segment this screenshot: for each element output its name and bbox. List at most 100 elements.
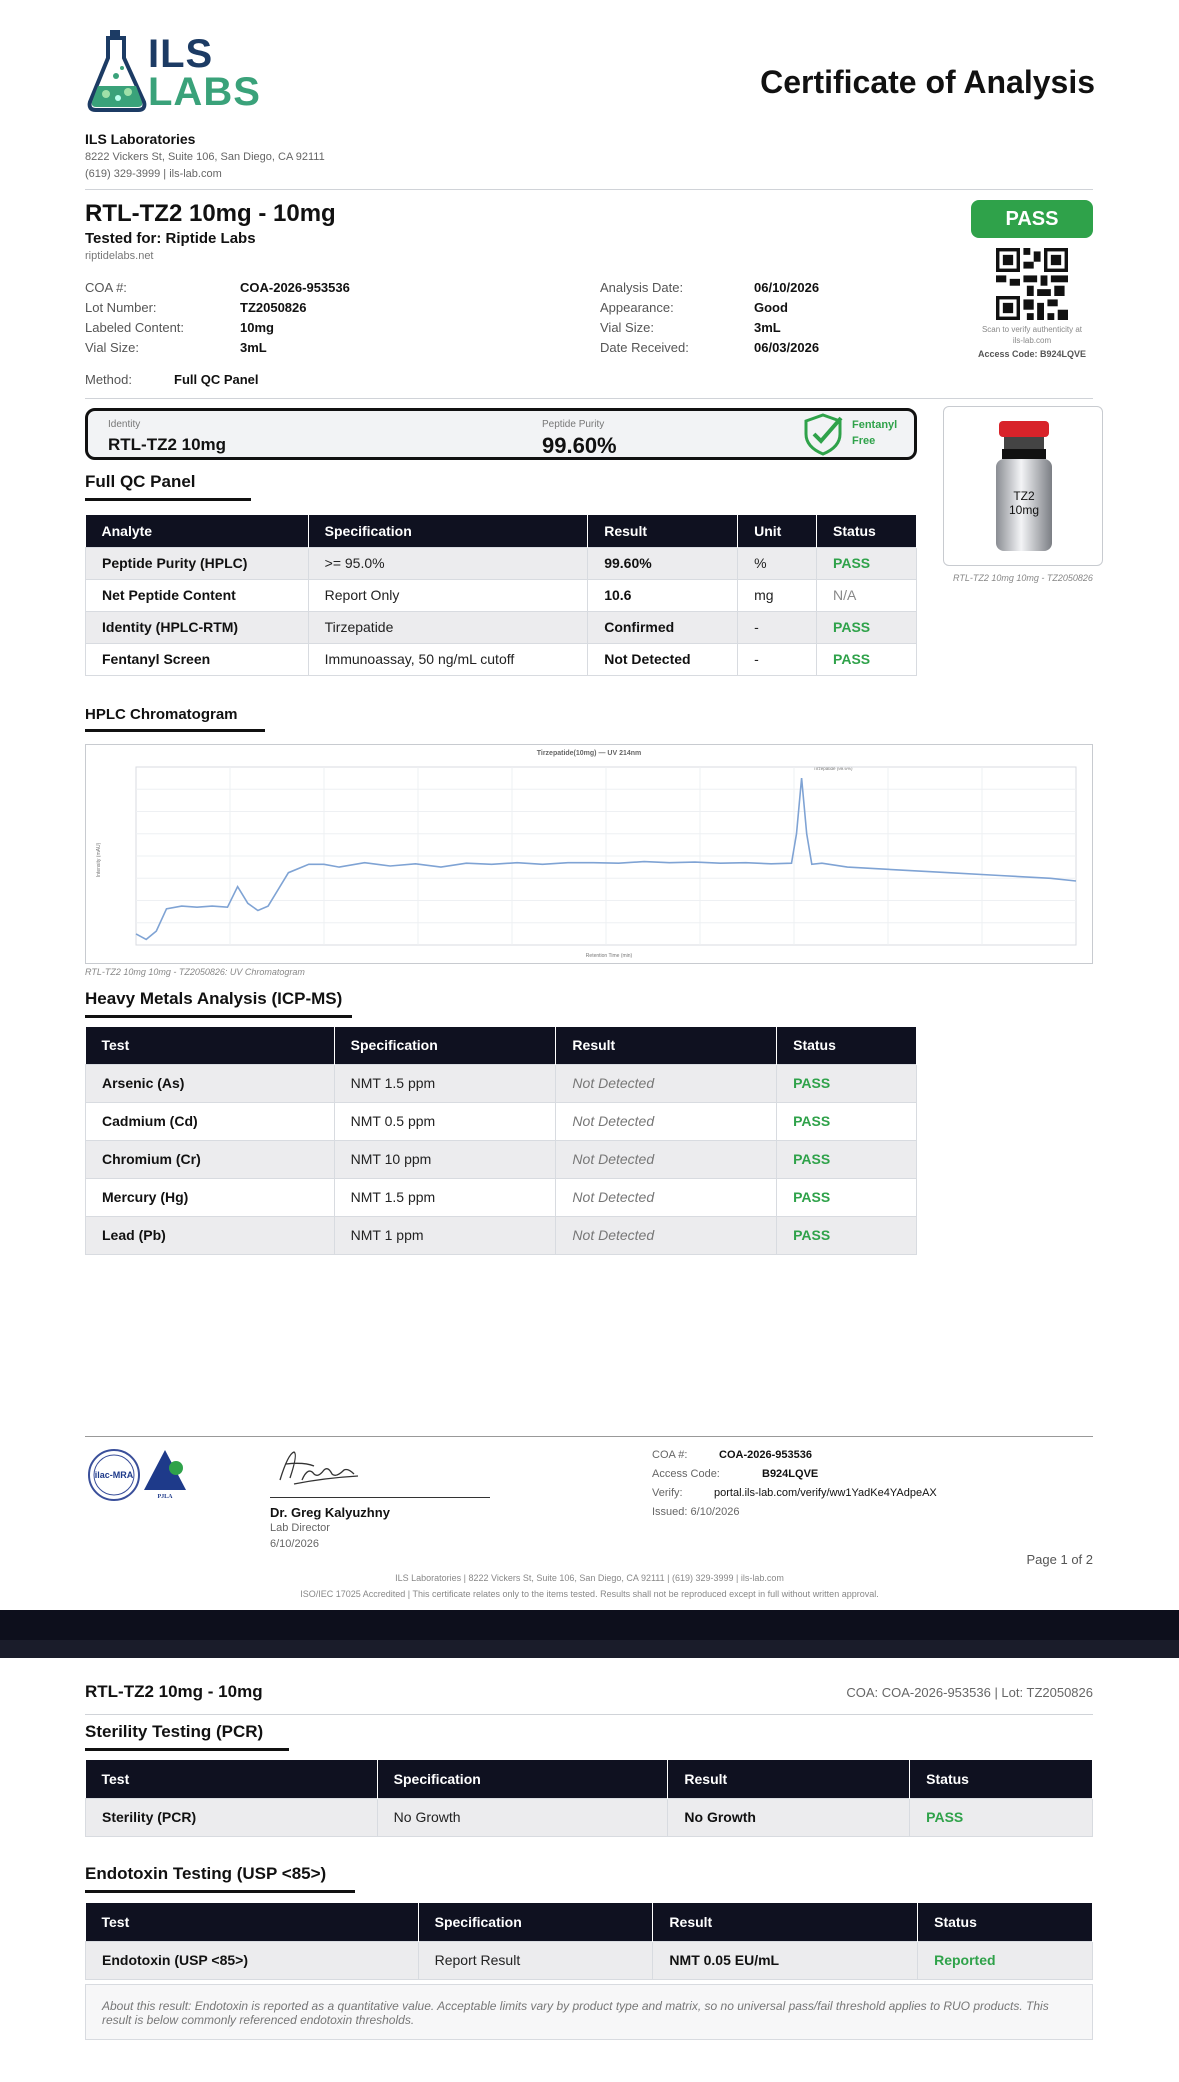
qr-caption: Scan to verify authenticity at ils-lab.c… [981, 325, 1083, 345]
col-header: Test [85, 1903, 419, 1941]
status-cell: PASS [776, 1215, 917, 1255]
ilac-mra-text: ilac-MRA [95, 1470, 134, 1480]
info-label: Date Received: [600, 340, 689, 355]
table-row: Net Peptide Content Report Only 10.6 mg … [85, 578, 917, 612]
col-header: Unit [737, 515, 818, 547]
cell: Not Detected [555, 1101, 778, 1141]
info-label: Labeled Content: [85, 320, 185, 335]
page2-product-title: RTL-TZ2 10mg - 10mg [85, 1682, 263, 1701]
heavy-metals-title: Heavy Metals Analysis (ICP-MS) [85, 989, 352, 1018]
pjla-text: PJLA [158, 1494, 174, 1500]
page-gap-edge [0, 1640, 1179, 1658]
verify-label: Access Code: [652, 1468, 720, 1480]
issued-date: Issued: 6/10/2026 [652, 1506, 740, 1518]
qc-panel-title: Full QC Panel [85, 472, 251, 501]
company-contact: (619) 329-3999 | ils-lab.com [85, 168, 222, 180]
signature-image [279, 1451, 359, 1485]
cell: Fentanyl Screen [85, 642, 309, 676]
signer-date: 6/10/2026 [270, 1538, 319, 1550]
status-cell: Reported [917, 1940, 1093, 1980]
sterility-title: Sterility Testing (PCR) [85, 1722, 289, 1751]
hplc-chart: Tirzepatide(10mg) — UV 214nm Retention T… [96, 750, 1077, 959]
cell: Confirmed [587, 610, 739, 644]
cell: Net Peptide Content [85, 578, 309, 612]
vial-caption: RTL-TZ2 10mg 10mg - TZ2050826 [953, 573, 1093, 583]
col-header: Result [667, 1760, 911, 1798]
status-cell: PASS [776, 1101, 917, 1141]
verify-value: COA-2026-953536 [719, 1449, 812, 1461]
client-site: riptidelabs.net [85, 250, 154, 262]
status-cell: PASS [776, 1177, 917, 1217]
summary-box: Identity RTL-TZ2 10mg Peptide Purity 99.… [85, 408, 917, 460]
signer-name: Dr. Greg Kalyuzhny [270, 1505, 390, 1520]
ils-logo: ILS LABS [86, 28, 276, 114]
cell: Immunoassay, 50 ng/mL cutoff [307, 642, 589, 676]
identity-label: Identity [108, 419, 141, 430]
table-row: Endotoxin (USP <85>) Report Result NMT 0… [85, 1940, 1093, 1980]
cell: Lead (Pb) [85, 1215, 335, 1255]
table-row: Mercury (Hg) NMT 1.5 ppm Not Detected PA… [85, 1177, 917, 1217]
identity-value: RTL-TZ2 10mg [108, 435, 227, 454]
col-header: Test [85, 1027, 335, 1064]
cell: No Growth [376, 1797, 669, 1837]
company-name: ILS Laboratories [85, 131, 196, 147]
cell: - [737, 610, 818, 644]
info-value: Good [754, 300, 788, 315]
qr-code [996, 248, 1068, 320]
tested-for: Tested for: Riptide Labs [85, 230, 256, 247]
col-header: Specification [418, 1903, 654, 1941]
purity-label: Peptide Purity [542, 419, 605, 430]
company-address: 8222 Vickers St, Suite 106, San Diego, C… [85, 151, 325, 163]
cell: >= 95.0% [307, 546, 589, 580]
table-row: Chromium (Cr) NMT 10 ppm Not Detected PA… [85, 1139, 917, 1179]
cell: Cadmium (Cd) [85, 1101, 335, 1141]
page-number: Page 1 of 2 [1026, 1552, 1094, 1567]
y-axis-label: Intensity (mAU) [96, 842, 102, 877]
cell: 99.60% [587, 546, 739, 580]
info-value: TZ2050826 [240, 300, 307, 315]
cell: Identity (HPLC-RTM) [85, 610, 309, 644]
cell: - [737, 642, 818, 676]
table-row: Lead (Pb) NMT 1 ppm Not Detected PASS [85, 1215, 917, 1255]
method-value: Full QC Panel [174, 372, 259, 387]
info-label: Analysis Date: [600, 280, 684, 295]
cell: mg [737, 578, 818, 612]
cell: Tirzepatide [307, 610, 589, 644]
status-cell: PASS [816, 546, 917, 580]
verify-label: Verify: [652, 1487, 683, 1499]
col-header: Specification [377, 1760, 669, 1798]
cell: Not Detected [555, 1139, 778, 1179]
info-label: Lot Number: [85, 300, 157, 315]
verify-label: COA #: [652, 1449, 688, 1461]
verify-url-link[interactable]: portal.ils-lab.com/verify/ww1YadKe4YAdpe… [714, 1487, 937, 1499]
fentanyl-line2: Free [852, 435, 876, 447]
hplc-title: HPLC Chromatogram [85, 706, 265, 732]
sterility-table: Test Specification Result Status Sterili… [85, 1760, 1093, 1837]
info-label: Appearance: [600, 300, 674, 315]
info-label: COA #: [85, 280, 127, 295]
cell: NMT 1 ppm [333, 1215, 557, 1255]
col-header: Result [587, 515, 739, 547]
table-row: Peptide Purity (HPLC) >= 95.0% 99.60% % … [85, 546, 917, 580]
info-value: 3mL [240, 340, 267, 355]
document-title: Certificate of Analysis [760, 64, 1095, 100]
col-header: Result [652, 1903, 919, 1941]
col-header: Status [776, 1027, 917, 1064]
cell: % [737, 546, 818, 580]
cell: Not Detected [587, 642, 739, 676]
status-cell: PASS [776, 1139, 917, 1179]
cell: Chromium (Cr) [85, 1139, 335, 1179]
fentanyl-line1: Fentanyl [852, 419, 898, 431]
hplc-chart-frame: Tirzepatide(10mg) — UV 214nm Retention T… [85, 744, 1093, 964]
qc-panel-table: Analyte Specification Result Unit Status… [85, 515, 917, 676]
footer-disclaimer: ISO/IEC 17025 Accredited | This certific… [300, 1589, 879, 1599]
cell: Arsenic (As) [85, 1063, 335, 1103]
product-name: RTL-TZ2 10mg - 10mg [85, 200, 336, 227]
cell: Endotoxin (USP <85>) [85, 1940, 419, 1980]
access-code: Access Code: B924LQVE [977, 349, 1087, 359]
status-cell: N/A [816, 578, 917, 612]
method-label: Method: [85, 372, 132, 387]
cell: Peptide Purity (HPLC) [85, 546, 309, 580]
divider [85, 1436, 1093, 1437]
table-row: Fentanyl Screen Immunoassay, 50 ng/mL cu… [85, 642, 917, 676]
